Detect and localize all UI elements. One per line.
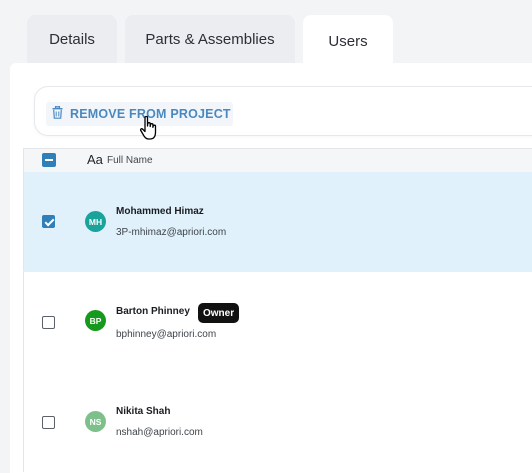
row-checkbox[interactable]: [42, 215, 55, 228]
user-email: bphinney@apriori.com: [116, 329, 217, 340]
tab-parts-assemblies[interactable]: Parts & Assemblies: [125, 15, 295, 63]
row-checkbox[interactable]: [42, 316, 55, 329]
user-name: Barton Phinney: [116, 306, 190, 317]
tab-users[interactable]: Users: [303, 15, 393, 67]
text-type-icon: Aa: [87, 152, 103, 167]
owner-badge: Owner: [198, 303, 240, 323]
user-name: Nikita Shah: [116, 406, 171, 417]
hand-cursor-icon: [139, 115, 159, 147]
avatar: NS: [85, 411, 106, 432]
tab-details-label: Details: [49, 30, 95, 48]
row-checkbox[interactable]: [42, 416, 55, 429]
trash-icon: [52, 105, 63, 122]
avatar: MH: [85, 211, 106, 232]
tab-details[interactable]: Details: [27, 15, 117, 63]
avatar: BP: [85, 310, 106, 331]
select-all-checkbox[interactable]: [42, 153, 56, 167]
tab-parts-assemblies-label: Parts & Assemblies: [145, 30, 275, 48]
user-name: Mohammed Himaz: [116, 206, 204, 217]
user-email: 3P-mhimaz@apriori.com: [116, 227, 227, 238]
user-email: nshah@apriori.com: [116, 427, 203, 438]
column-header-full-name[interactable]: Full Name: [107, 155, 153, 166]
tab-users-label: Users: [328, 32, 368, 50]
